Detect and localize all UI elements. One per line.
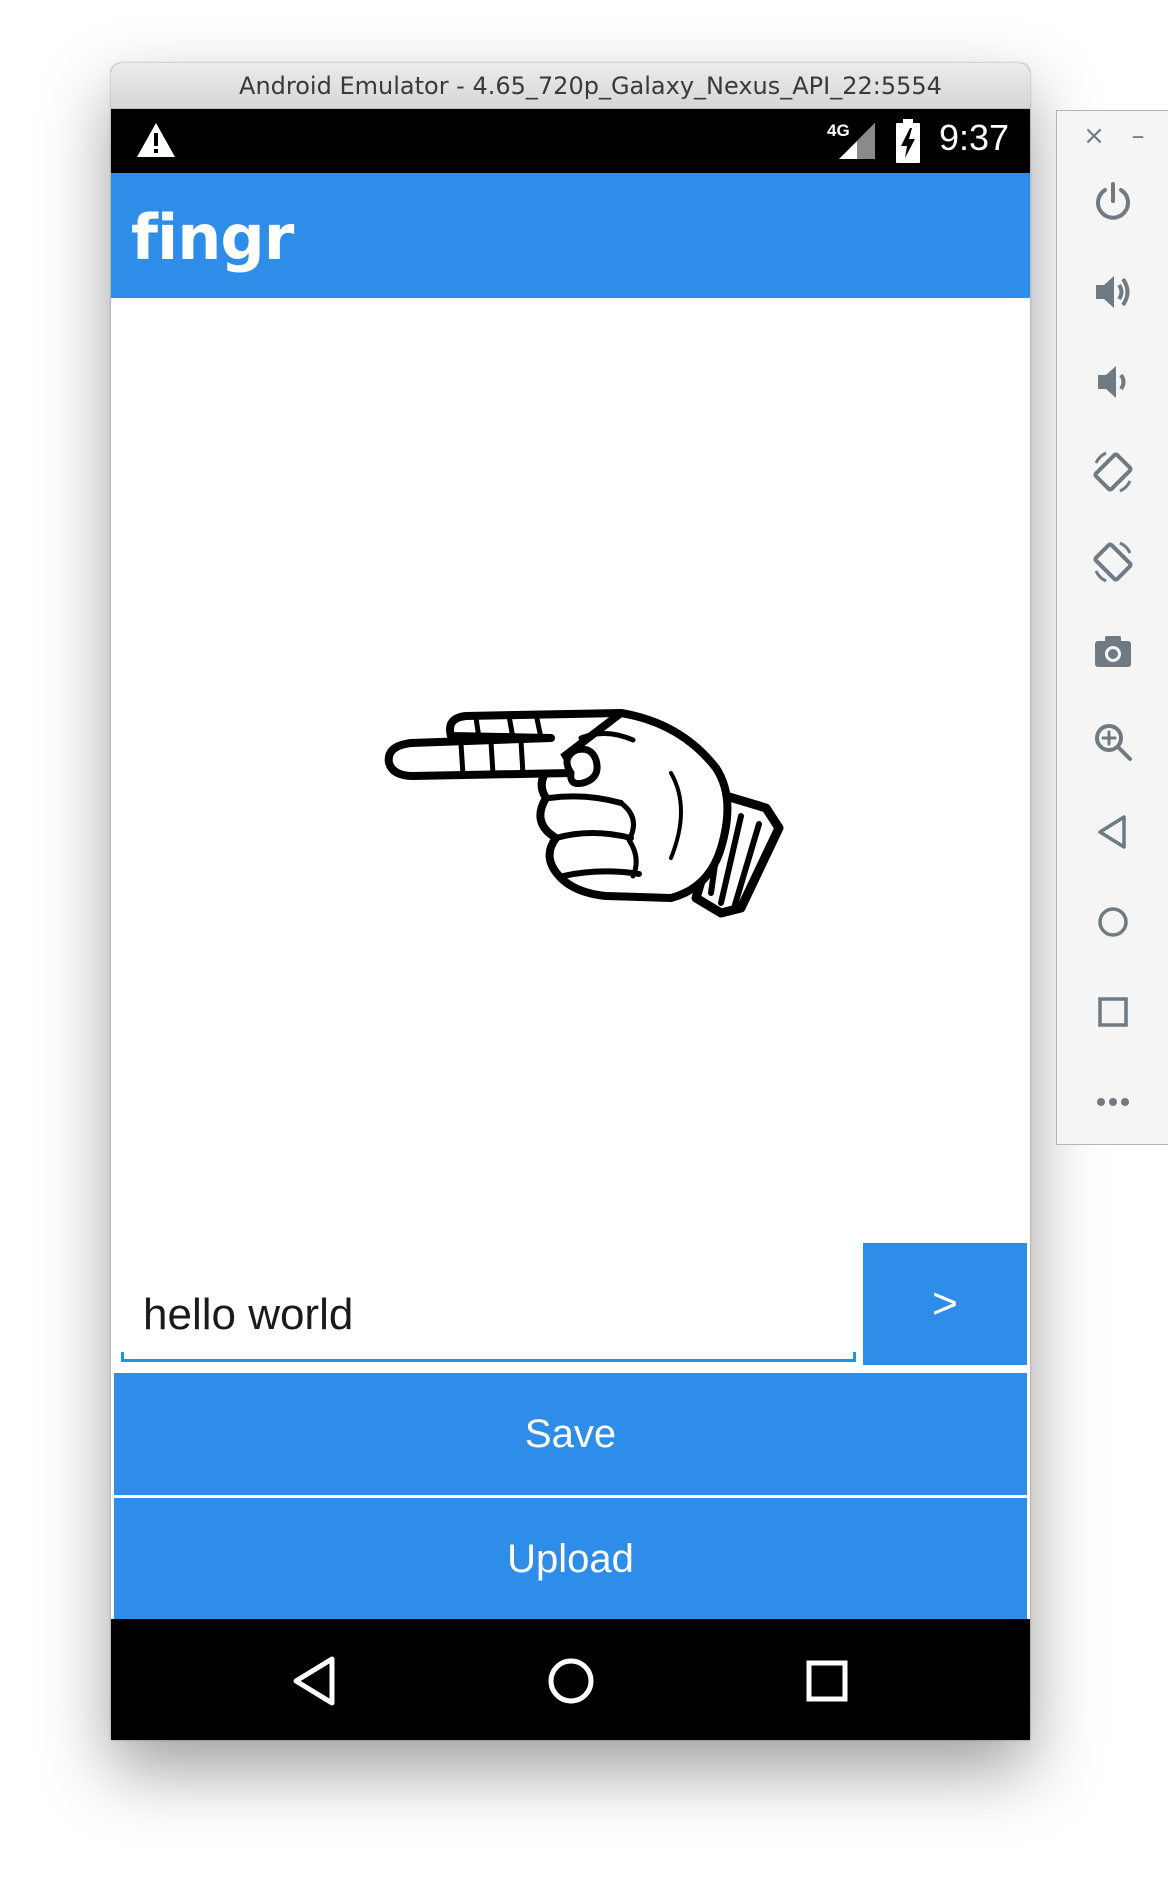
zoom-icon[interactable] [1090, 719, 1136, 765]
recents-icon[interactable] [801, 1655, 853, 1707]
emulator-window: Android Emulator - 4.65_720p_Galaxy_Nexu… [111, 63, 1030, 1740]
upload-button[interactable]: Upload [114, 1498, 1027, 1620]
save-button[interactable]: Save [114, 1373, 1027, 1495]
desktop: Android Emulator - 4.65_720p_Galaxy_Nexu… [0, 0, 1168, 1900]
rotate-right-icon[interactable] [1090, 539, 1136, 585]
minimize-panel-button[interactable]: – [1123, 119, 1153, 153]
volume-up-icon[interactable] [1090, 269, 1136, 315]
more-icon[interactable] [1090, 1079, 1136, 1125]
back-icon[interactable] [1090, 809, 1136, 855]
network-type-label: 4G [827, 121, 850, 140]
back-icon[interactable] [288, 1655, 340, 1707]
window-title: Android Emulator - 4.65_720p_Galaxy_Nexu… [239, 71, 942, 100]
window-titlebar[interactable]: Android Emulator - 4.65_720p_Galaxy_Nexu… [111, 63, 1030, 109]
status-clock: 9:37 [939, 117, 1010, 158]
power-icon[interactable] [1090, 179, 1136, 225]
send-button[interactable]: > [863, 1243, 1027, 1365]
app-bar: fingr [111, 173, 1030, 298]
emulator-controls-panel: × – [1056, 110, 1168, 1145]
text-input[interactable] [121, 1281, 856, 1349]
camera-icon[interactable] [1090, 629, 1136, 675]
volume-down-icon[interactable] [1090, 359, 1136, 405]
navigation-bar [111, 1619, 1030, 1740]
asl-hand-sign-image [384, 709, 784, 918]
close-panel-button[interactable]: × [1079, 119, 1109, 153]
status-bar: 4G 9:37 [111, 109, 1030, 173]
input-row: > [111, 1243, 1030, 1367]
app-title: fingr [131, 201, 294, 274]
input-underline [121, 1352, 856, 1362]
home-icon[interactable] [1090, 899, 1136, 945]
rotate-left-icon[interactable] [1090, 449, 1136, 495]
overview-icon[interactable] [1090, 989, 1136, 1035]
main-content: > Save Upload [111, 298, 1030, 1620]
signal-icon: 4G [827, 121, 875, 159]
warning-icon [137, 123, 175, 157]
battery-charging-icon [896, 119, 920, 163]
device-screen: 4G 9:37 fingr hello world > Save Upload [111, 109, 1030, 1740]
home-icon[interactable] [545, 1655, 597, 1707]
